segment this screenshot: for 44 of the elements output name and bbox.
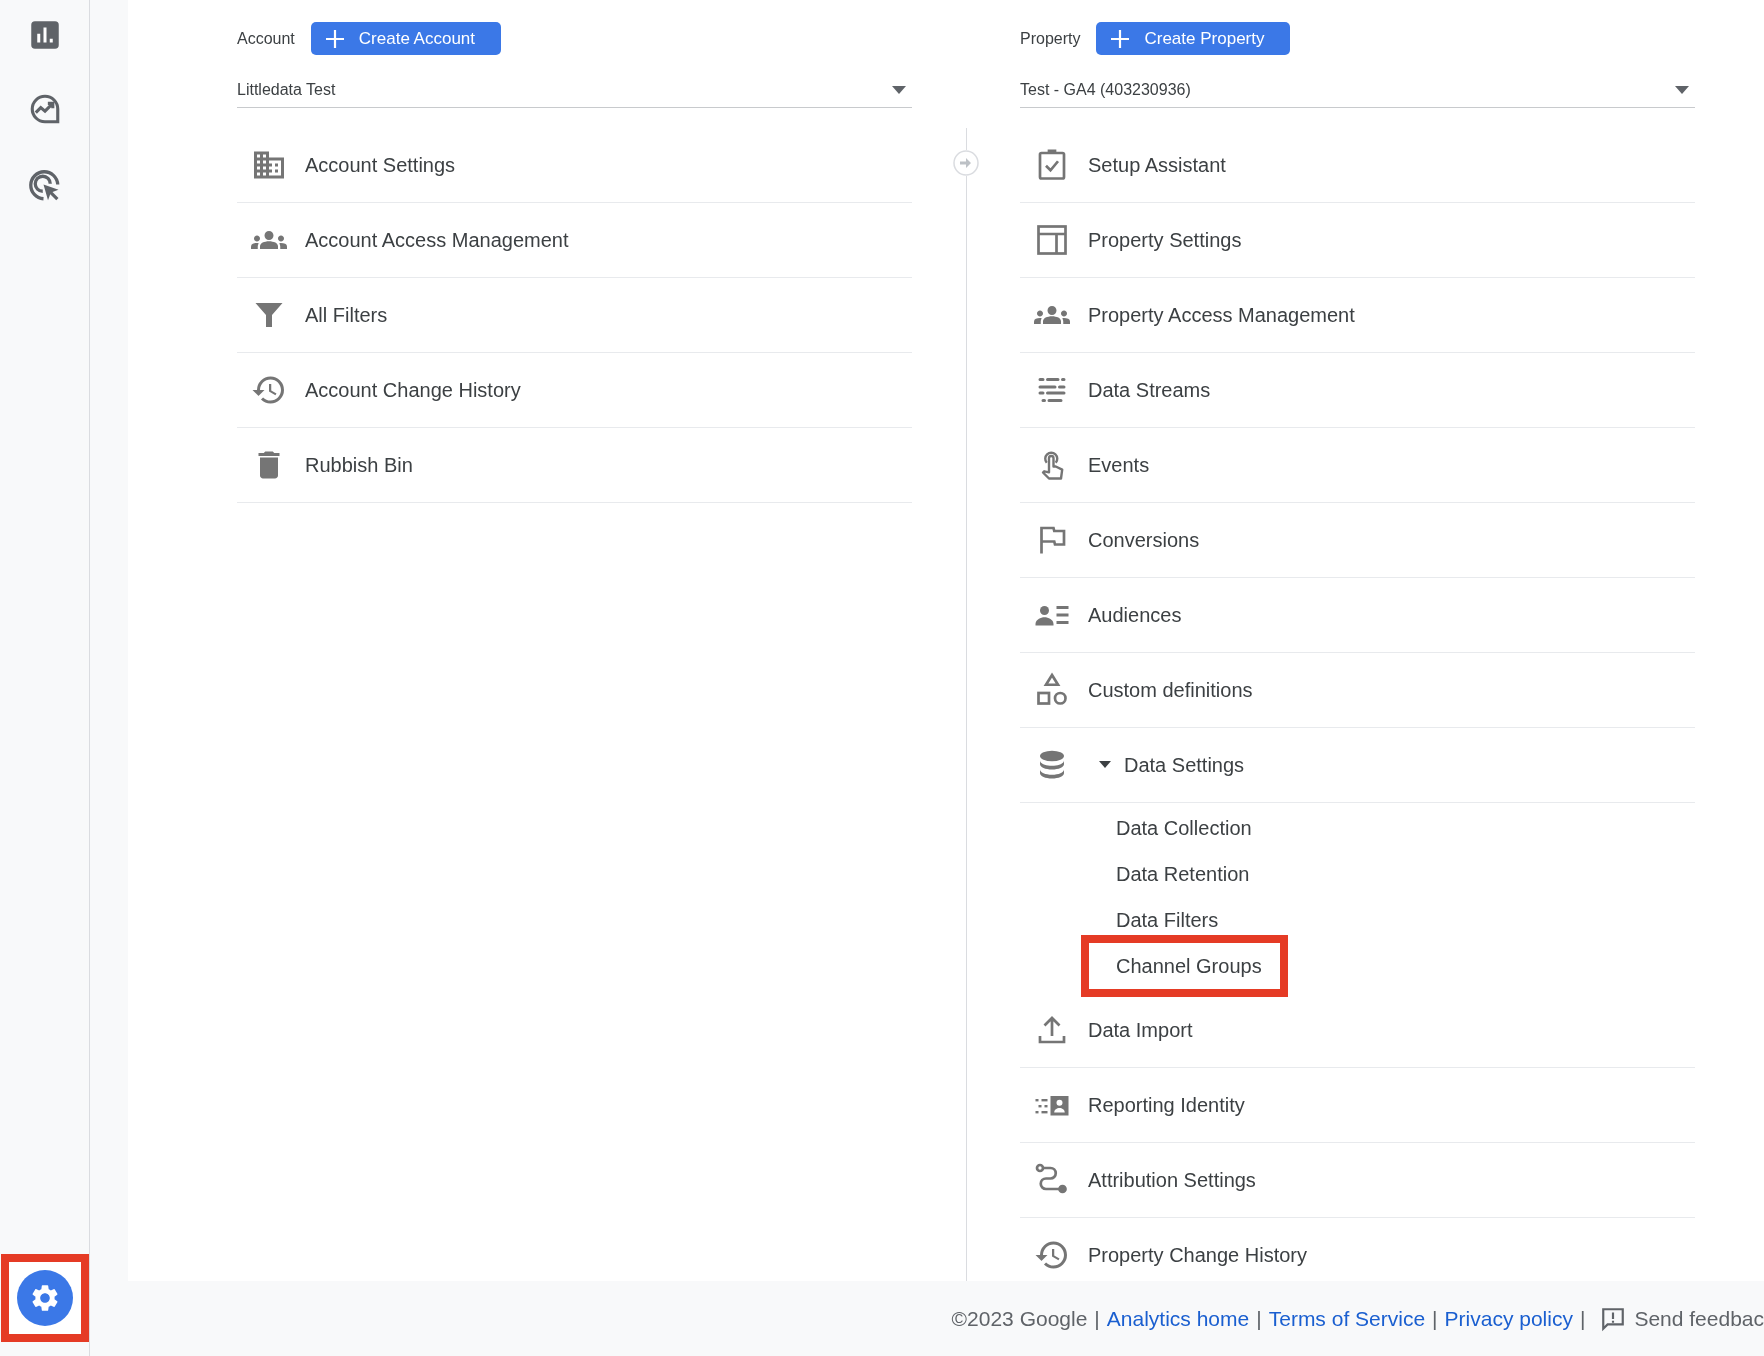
property-menu-item[interactable]: Reporting Identity [1020,1068,1695,1143]
footer-link[interactable]: Analytics home [1106,1306,1250,1331]
property-menu-item[interactable]: Conversions [1020,503,1695,578]
bar-chart-icon[interactable] [29,20,60,50]
plus-icon [1110,28,1131,49]
property-dropdown[interactable]: Test - GA4 (403230936) [1020,73,1695,108]
separator: | [1432,1306,1438,1331]
separator: | [1579,1306,1586,1331]
submenu-item[interactable]: Channel Groups [1081,935,1288,997]
submenu-item[interactable]: Data Collection [1081,805,1278,851]
property-menu-item[interactable]: Property Access Management [1020,278,1695,353]
property-menu-item[interactable]: Property Settings [1020,203,1695,278]
feedback-icon[interactable] [1600,1305,1627,1332]
dropdown-caret-icon [1675,86,1689,94]
account-menu-item[interactable]: Account Settings [237,128,912,203]
property-menu-item[interactable]: Audiences [1020,578,1695,653]
shapes-icon [1034,672,1070,708]
property-menu-item[interactable]: Attribution Settings [1020,1143,1695,1218]
footer-link[interactable]: Privacy policy [1444,1306,1573,1331]
account-menu-item[interactable]: Account Access Management [237,203,912,278]
footer-link[interactable]: Terms of Service [1268,1306,1426,1331]
copyright-text: ©2023 Google [951,1306,1088,1331]
dropdown-caret-icon [892,86,906,94]
property-menu-item[interactable]: Setup Assistant [1020,128,1695,203]
separator: | [1094,1306,1100,1331]
account-menu-item[interactable]: Account Change History [237,353,912,428]
property-menu-item[interactable]: Data Streams [1020,353,1695,428]
property-menu-item[interactable]: Data Settings [1020,728,1695,803]
separator: | [1256,1306,1262,1331]
plus-icon [324,28,345,49]
property-menu-item[interactable]: Events [1020,428,1695,503]
property-menu-item[interactable]: Custom definitions [1020,653,1695,728]
feedback-link[interactable]: Send feedbac [1634,1306,1764,1331]
property-label: Property [1020,29,1081,48]
account-dropdown[interactable]: Littledata Test [237,73,912,108]
account-label: Account [237,29,295,48]
property-menu-item[interactable]: Data Import [1020,993,1695,1068]
layout-icon [1034,222,1070,258]
create-button[interactable]: Create Property [1096,22,1291,55]
property-menu-item[interactable]: Property Change History [1020,1218,1695,1281]
account-menu-item[interactable]: Rubbish Bin [237,428,912,503]
submenu-item[interactable]: Data Retention [1081,851,1276,897]
account-menu-item[interactable]: All Filters [237,278,912,353]
create-button[interactable]: Create Account [310,22,502,55]
